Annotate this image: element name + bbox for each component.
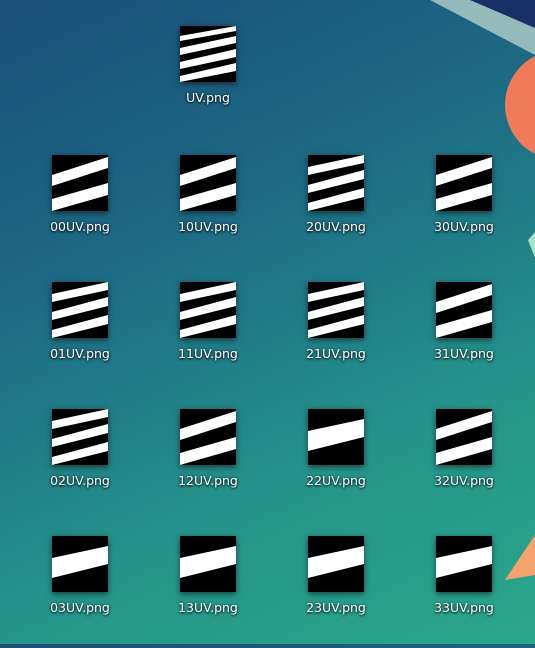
file-icon-uv-png[interactable]: UV.png — [158, 26, 258, 138]
image-thumbnail-icon — [180, 282, 236, 338]
file-icon-21uv-png[interactable]: 21UV.png — [286, 282, 386, 394]
file-label: 03UV.png — [50, 600, 110, 615]
file-icon-03uv-png[interactable]: 03UV.png — [30, 536, 130, 648]
image-thumbnail-icon — [180, 26, 236, 82]
image-thumbnail-icon — [436, 282, 492, 338]
file-label: 31UV.png — [434, 346, 494, 361]
file-icon-22uv-png[interactable]: 22UV.png — [286, 409, 386, 521]
file-label: 10UV.png — [178, 219, 238, 234]
file-label: 32UV.png — [434, 473, 494, 488]
image-thumbnail-icon — [308, 536, 364, 592]
file-label: 00UV.png — [50, 219, 110, 234]
file-label: 21UV.png — [306, 346, 366, 361]
image-thumbnail-icon — [52, 409, 108, 465]
file-label: 02UV.png — [50, 473, 110, 488]
file-label: 13UV.png — [178, 600, 238, 615]
file-icon-32uv-png[interactable]: 32UV.png — [414, 409, 514, 521]
image-thumbnail-icon — [180, 536, 236, 592]
image-thumbnail-icon — [436, 409, 492, 465]
desktop[interactable]: UV.png 00UV.png 10UV.png 20UV.png 30UV.png 0… — [0, 0, 535, 644]
file-icon-01uv-png[interactable]: 01UV.png — [30, 282, 130, 394]
image-thumbnail-icon — [436, 536, 492, 592]
file-icon-02uv-png[interactable]: 02UV.png — [30, 409, 130, 521]
file-icon-12uv-png[interactable]: 12UV.png — [158, 409, 258, 521]
image-thumbnail-icon — [52, 536, 108, 592]
file-label: 30UV.png — [434, 219, 494, 234]
image-thumbnail-icon — [180, 155, 236, 211]
file-label: 33UV.png — [434, 600, 494, 615]
file-label: UV.png — [186, 90, 230, 105]
file-label: 11UV.png — [178, 346, 238, 361]
file-label: 12UV.png — [178, 473, 238, 488]
file-icon-30uv-png[interactable]: 30UV.png — [414, 155, 514, 267]
file-icon-23uv-png[interactable]: 23UV.png — [286, 536, 386, 648]
image-thumbnail-icon — [52, 282, 108, 338]
file-icon-13uv-png[interactable]: 13UV.png — [158, 536, 258, 648]
file-icon-20uv-png[interactable]: 20UV.png — [286, 155, 386, 267]
image-thumbnail-icon — [308, 282, 364, 338]
image-thumbnail-icon — [52, 155, 108, 211]
image-thumbnail-icon — [308, 409, 364, 465]
file-icon-11uv-png[interactable]: 11UV.png — [158, 282, 258, 394]
image-thumbnail-icon — [436, 155, 492, 211]
file-icon-00uv-png[interactable]: 00UV.png — [30, 155, 130, 267]
file-label: 23UV.png — [306, 600, 366, 615]
image-thumbnail-icon — [180, 409, 236, 465]
file-label: 22UV.png — [306, 473, 366, 488]
file-icon-31uv-png[interactable]: 31UV.png — [414, 282, 514, 394]
image-thumbnail-icon — [308, 155, 364, 211]
file-label: 20UV.png — [306, 219, 366, 234]
file-label: 01UV.png — [50, 346, 110, 361]
file-icon-10uv-png[interactable]: 10UV.png — [158, 155, 258, 267]
file-icon-33uv-png[interactable]: 33UV.png — [414, 536, 514, 648]
